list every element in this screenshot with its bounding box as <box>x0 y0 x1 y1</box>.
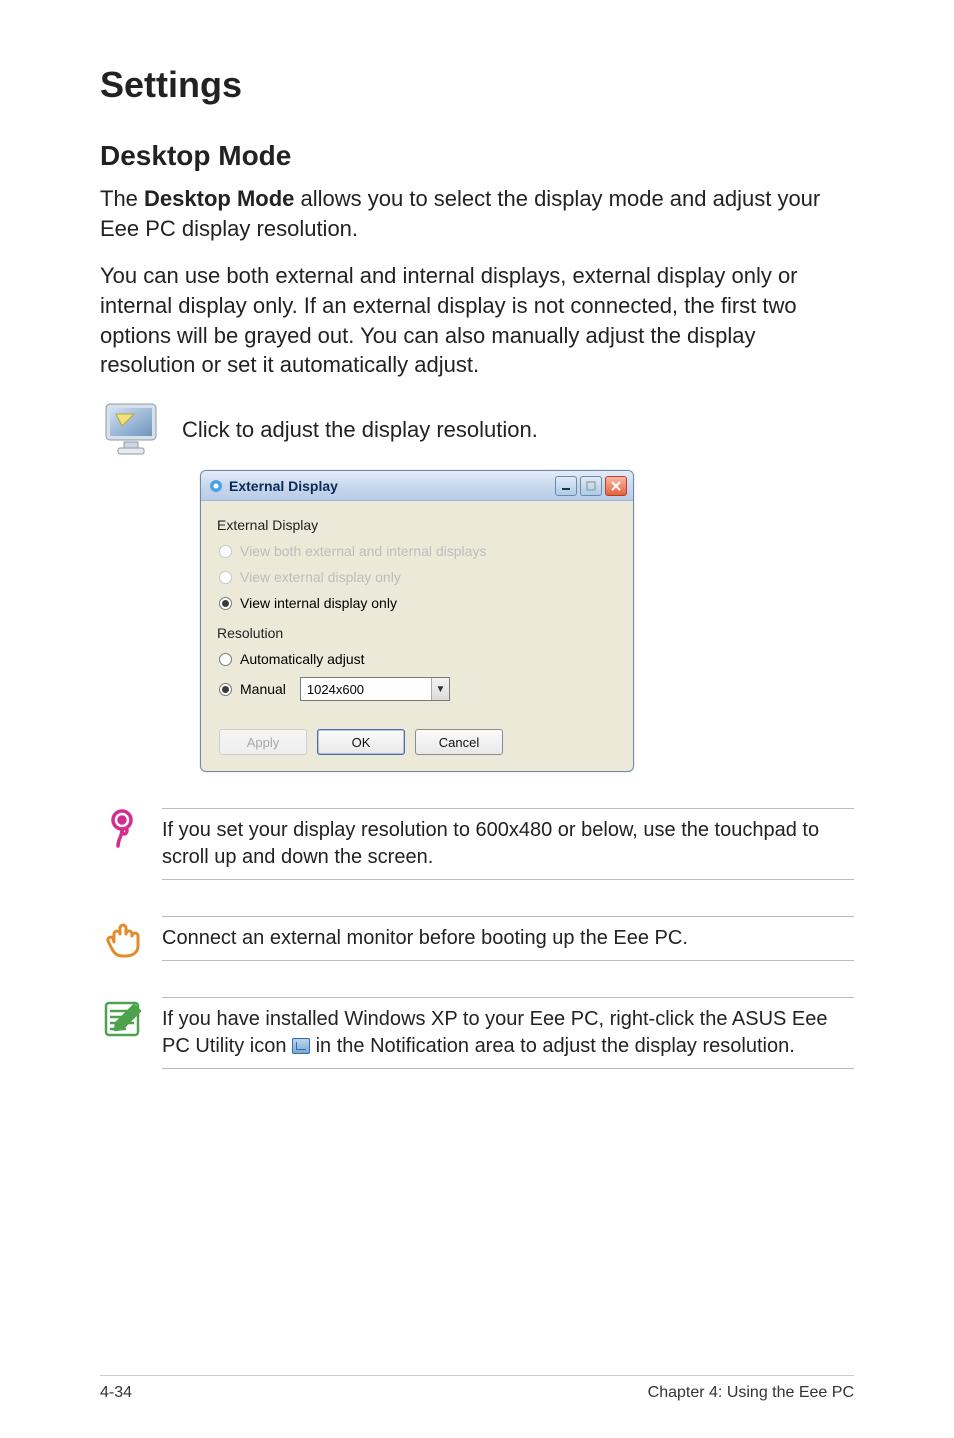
section-title: Desktop Mode <box>100 140 854 172</box>
note-text: If you have installed Windows XP to your… <box>162 997 854 1069</box>
tray-utility-icon <box>292 1038 310 1054</box>
window-close-button[interactable] <box>605 476 627 496</box>
hand-icon <box>100 916 144 960</box>
radio-auto-adjust[interactable]: Automatically adjust <box>219 651 615 667</box>
group-resolution-title: Resolution <box>217 625 617 641</box>
radio-view-external-label: View external display only <box>240 569 401 585</box>
tip-text: If you set your display resolution to 60… <box>162 808 854 880</box>
radio-view-both-label: View both external and internal displays <box>240 543 486 559</box>
radio-view-external: View external display only <box>219 569 615 585</box>
click-caption: Click to adjust the display resolution. <box>182 417 538 443</box>
note-icon <box>100 997 144 1041</box>
cancel-button[interactable]: Cancel <box>415 729 503 755</box>
window-minimize-button[interactable] <box>555 476 577 496</box>
radio-auto-adjust-label: Automatically adjust <box>240 651 365 667</box>
footer-chapter: Chapter 4: Using the Eee PC <box>648 1384 854 1402</box>
window-titlebar[interactable]: External Display <box>201 471 633 501</box>
radio-manual[interactable]: Manual 1024x600 ▼ <box>219 677 615 701</box>
footer-page-number: 4-34 <box>100 1384 132 1402</box>
window-maximize-button <box>580 476 602 496</box>
radio-dot-icon <box>219 683 232 696</box>
page-title: Settings <box>100 64 854 106</box>
radio-view-internal-label: View internal display only <box>240 595 397 611</box>
radio-dot-icon <box>219 653 232 666</box>
radio-dot-icon <box>219 597 232 610</box>
apply-button: Apply <box>219 729 307 755</box>
paragraph-2: You can use both external and internal d… <box>100 261 854 380</box>
caution-text: Connect an external monitor before booti… <box>162 916 854 961</box>
window-app-icon <box>209 479 223 493</box>
monitor-icon <box>100 398 164 462</box>
window-title: External Display <box>229 478 555 494</box>
note-text-b: in the Notification area to adjust the d… <box>310 1035 795 1057</box>
resolution-combo-value: 1024x600 <box>301 682 431 697</box>
tip-icon <box>100 808 144 852</box>
intro-paragraph: The Desktop Mode allows you to select th… <box>100 184 854 243</box>
radio-manual-label: Manual <box>240 681 286 697</box>
ok-button[interactable]: OK <box>317 729 405 755</box>
external-display-window: External Display External Display View b… <box>200 470 634 772</box>
chevron-down-icon[interactable]: ▼ <box>431 678 449 700</box>
resolution-combo[interactable]: 1024x600 ▼ <box>300 677 450 701</box>
group-external-display-title: External Display <box>217 517 617 533</box>
intro-bold: Desktop Mode <box>144 186 294 211</box>
intro-pre: The <box>100 186 144 211</box>
radio-view-both: View both external and internal displays <box>219 543 615 559</box>
radio-view-internal[interactable]: View internal display only <box>219 595 615 611</box>
